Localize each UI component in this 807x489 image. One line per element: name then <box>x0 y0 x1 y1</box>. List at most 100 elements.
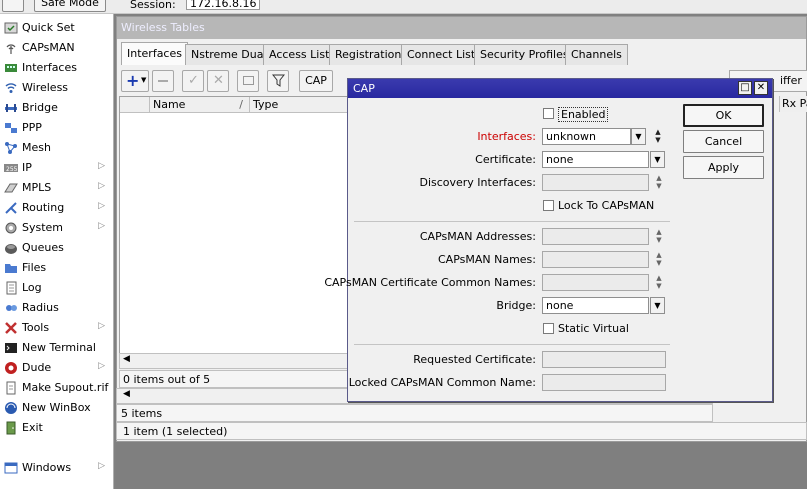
dropdown-arrow-icon: ▼ <box>141 76 147 84</box>
remove-button[interactable] <box>152 70 174 92</box>
tab-connect-list[interactable]: Connect List <box>401 44 482 65</box>
safe-mode-button[interactable]: Safe Mode <box>34 0 106 12</box>
sidebar-item-log[interactable]: Log <box>0 278 113 298</box>
interfaces-updown[interactable]: ▲ ▼ <box>652 128 664 145</box>
top-bar: Safe Mode Session: 172.16.8.16 <box>0 0 807 14</box>
sidebar-item-routing[interactable]: Routing ▷ <box>0 198 113 218</box>
exit-icon <box>6 421 16 435</box>
cancel-button[interactable]: Cancel <box>683 130 764 153</box>
capsman-addresses-label: CAPsMAN Addresses: <box>419 230 536 243</box>
tab-security-profiles[interactable]: Security Profiles <box>474 44 575 65</box>
check-icon: ✓ <box>188 73 199 88</box>
sidebar-item-mesh[interactable]: Mesh <box>0 138 113 158</box>
radius-icon <box>6 305 17 311</box>
bridge-dropdown[interactable]: ▼ <box>650 297 665 314</box>
sidebar-item-make-supout[interactable]: Make Supout.rif <box>0 378 113 398</box>
lock-to-capsman-checkbox[interactable] <box>543 200 554 211</box>
filter-button[interactable] <box>267 70 289 92</box>
capsman-addresses-updown[interactable]: ▲ ▼ <box>653 228 665 245</box>
queues-icon <box>5 244 17 254</box>
svg-text:255: 255 <box>6 166 18 173</box>
capsman-cert-names-label: CAPsMAN Certificate Common Names: <box>324 276 536 289</box>
tab-channels[interactable]: Channels <box>565 44 628 65</box>
cap-dialog-titlebar[interactable]: CAP □ ✕ <box>348 79 772 98</box>
maximize-button[interactable]: □ <box>738 81 752 95</box>
static-virtual-checkbox[interactable] <box>543 323 554 334</box>
tools-icon <box>5 322 17 334</box>
certificate-field[interactable]: none <box>542 151 649 168</box>
column-header-name[interactable]: Name / <box>150 97 250 113</box>
sidebar-item-windows[interactable]: Windows ▷ <box>0 458 113 478</box>
discovery-interfaces-label: Discovery Interfaces: <box>419 176 536 189</box>
second-window-status: 5 items <box>116 404 713 422</box>
up-down-arrows-icon: ▲ ▼ <box>656 274 662 290</box>
apply-button[interactable]: Apply <box>683 156 764 179</box>
sidebar-item-wireless[interactable]: Wireless <box>0 78 113 98</box>
close-button[interactable]: ✕ <box>754 81 768 95</box>
sidebar-item-quick-set[interactable]: Quick Set <box>0 18 113 38</box>
session-label: Session: <box>130 0 176 11</box>
interfaces-field[interactable]: unknown <box>542 128 631 145</box>
discovery-interfaces-updown[interactable]: ▲ ▼ <box>653 174 665 191</box>
enabled-checkbox[interactable] <box>543 108 554 119</box>
capsman-cert-names-field[interactable] <box>542 274 649 291</box>
ok-button[interactable]: OK <box>683 104 764 127</box>
sidebar-item-dude[interactable]: Dude ▷ <box>0 358 113 378</box>
sidebar-item-capsman[interactable]: CAPsMAN <box>0 38 113 58</box>
wireless-tables-titlebar[interactable]: Wireless Tables <box>117 17 806 39</box>
column-header-type[interactable]: Type <box>250 97 350 113</box>
lock-to-capsman-label: Lock To CAPsMAN <box>558 199 655 212</box>
capsman-names-updown[interactable]: ▲ ▼ <box>653 251 665 268</box>
back-button[interactable] <box>2 0 24 12</box>
capsman-addresses-field[interactable] <box>542 228 649 245</box>
sidebar-item-mpls[interactable]: MPLS ▷ <box>0 178 113 198</box>
interfaces-dropdown[interactable]: ▼ <box>631 128 646 145</box>
tab-nstreme-dual[interactable]: Nstreme Dual <box>185 44 273 65</box>
tab-interfaces[interactable]: Interfaces <box>121 42 188 65</box>
dude-icon <box>5 362 17 374</box>
sidebar-item-ip[interactable]: 255 IP ▷ <box>0 158 113 178</box>
sidebar-item-interfaces[interactable]: Interfaces <box>0 58 113 78</box>
sidebar-item-exit[interactable]: Exit <box>0 418 113 438</box>
submenu-arrow-icon: ▷ <box>98 161 105 171</box>
dialog-title: CAP <box>353 82 375 95</box>
sidebar-item-new-winbox[interactable]: New WinBox <box>0 398 113 418</box>
capsman-cert-names-updown[interactable]: ▲ ▼ <box>653 274 665 291</box>
submenu-arrow-icon: ▷ <box>98 181 105 191</box>
sidebar-item-new-terminal[interactable]: New Terminal <box>0 338 113 358</box>
column-header-flags[interactable] <box>120 97 150 113</box>
cap-button[interactable]: CAP <box>299 70 333 92</box>
discovery-interfaces-field[interactable] <box>542 174 649 191</box>
sidebar-item-queues[interactable]: Queues <box>0 238 113 258</box>
sidebar-item-files[interactable]: Files <box>0 258 113 278</box>
requested-certificate-label: Requested Certificate: <box>413 353 536 366</box>
third-window-status: 1 item (1 selected) <box>116 422 807 440</box>
disable-button[interactable]: ✕ <box>207 70 229 92</box>
sidebar-item-system[interactable]: System ▷ <box>0 218 113 238</box>
wireless-icon <box>5 83 17 93</box>
log-icon <box>6 281 17 295</box>
column-header-rx-packets[interactable]: Rx Pa <box>779 96 807 112</box>
certificate-dropdown[interactable]: ▼ <box>650 151 665 168</box>
capsman-icon <box>6 44 16 54</box>
tab-access-list[interactable]: Access List <box>263 44 336 65</box>
bridge-icon <box>5 104 17 112</box>
sidebar-item-tools[interactable]: Tools ▷ <box>0 318 113 338</box>
routing-icon <box>5 202 17 214</box>
sidebar-item-radius[interactable]: Radius <box>0 298 113 318</box>
sidebar-item-bridge[interactable]: Bridge <box>0 98 113 118</box>
window-title: Wireless Tables <box>121 21 205 34</box>
supout-icon <box>6 381 16 395</box>
sidebar-item-ppp[interactable]: PPP <box>0 118 113 138</box>
comment-button[interactable] <box>237 70 259 92</box>
dropdown-arrow-icon: ▼ <box>654 301 661 310</box>
tab-registration[interactable]: Registration <box>329 44 408 65</box>
submenu-arrow-icon: ▷ <box>98 201 105 211</box>
enable-button[interactable]: ✓ <box>182 70 204 92</box>
mesh-icon <box>5 142 17 154</box>
bridge-field[interactable]: none <box>542 297 649 314</box>
add-button[interactable]: + ▼ <box>121 70 149 92</box>
capsman-names-field[interactable] <box>542 251 649 268</box>
locked-capsman-common-name-field <box>542 374 666 391</box>
submenu-arrow-icon: ▷ <box>98 361 105 371</box>
